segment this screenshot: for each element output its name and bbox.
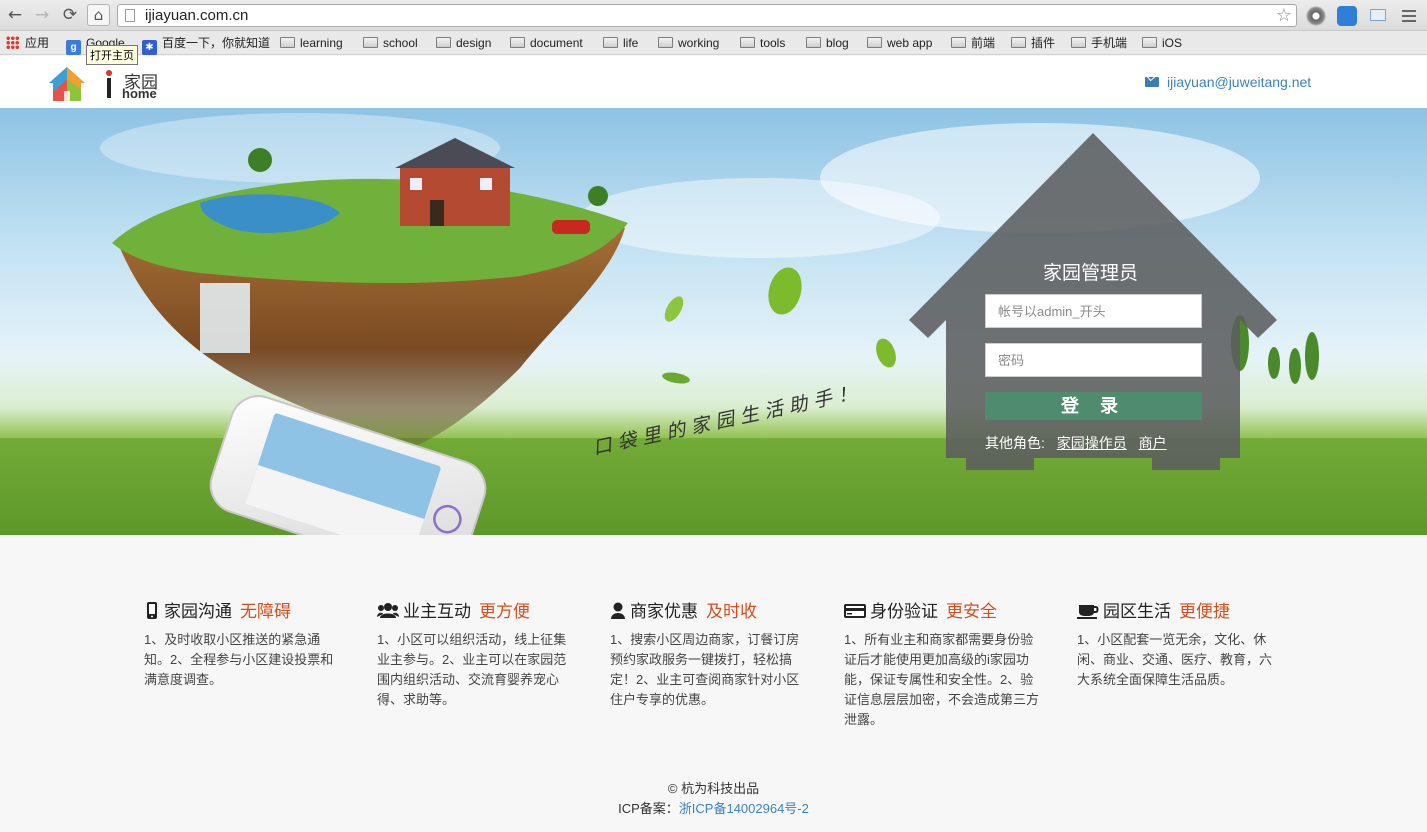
bookmark-apps[interactable]: 应用 [6,35,49,51]
bookmark-folder[interactable]: life [603,35,638,51]
feature-subtitle: 更安全 [946,602,997,621]
extension-gear-icon[interactable] [1306,6,1326,26]
bookmark-folder[interactable]: tools [740,35,785,51]
bookmark-folder[interactable]: learning [280,35,343,51]
bookmark-folder[interactable]: document [510,35,583,51]
hero-banner: 口袋里的家园生活助手！ 家园管理员 登 录 其他角色: 家园操作员 商户 [0,108,1427,535]
coffee-icon [1077,605,1099,619]
feature-card: 园区生活 更便捷 1、小区配套一览无余，文化、休闲、商业、交通、医疗、教育，六大系… [1077,597,1277,690]
users-icon [377,603,399,618]
feature-description: 1、小区可以组织活动，线上征集业主参与。2、业主可以在家园范围内组织活动、交流育… [377,632,567,707]
bookmark-folder[interactable]: working [658,35,719,51]
envelope-icon [1145,77,1159,87]
star-icon[interactable]: ☆ [1276,5,1292,26]
bookmark-folder[interactable]: blog [806,35,849,51]
password-input[interactable] [985,343,1202,377]
icp-label: ICP备案： [618,801,679,816]
bookmark-baidu[interactable]: ✱ 百度一下，你就知道 [142,35,270,55]
feature-subtitle: 更便捷 [1179,602,1230,621]
footer-icp: ICP备案：浙ICP备14002964号-2 [0,798,1427,817]
login-title: 家园管理员 [1043,263,1139,284]
reload-icon[interactable]: ⟳ [59,5,81,25]
folder-icon [951,37,966,48]
feature-card: 业主互动 更方便 1、小区可以组织活动，线上征集业主参与。2、业主可以在家园范围内… [377,597,577,710]
logo-i-mark [106,70,112,98]
folder-icon [806,37,821,48]
icp-number-link[interactable]: 浙ICP备14002964号-2 [679,801,809,816]
role-operator-link[interactable]: 家园操作员 [1057,435,1127,451]
bookmarks-bar: 应用 g Google ✱ 百度一下，你就知道 learning school de… [0,31,1427,55]
feature-subtitle: 更方便 [479,602,530,621]
feature-title: 业主互动 [403,602,471,621]
baidu-paw-icon: ✱ [142,40,157,55]
feature-card: 商家优惠 及时收 1、搜索小区周边商家，订餐订房预约家政服务一键拨打，轻松搞定！2… [610,597,810,710]
feature-title: 家园沟通 [164,602,232,621]
folder-icon [436,37,451,48]
bookmark-folder[interactable]: school [363,35,418,51]
extension-moon-icon[interactable] [1337,6,1357,26]
mobile-icon [147,602,157,619]
folder-icon [658,37,673,48]
feature-description: 1、及时收取小区推送的紧急通知。2、全程参与小区建设投票和满意度调查。 [144,632,334,687]
bookmark-folder[interactable]: 手机端 [1071,35,1127,51]
feature-card: 身份验证 更安全 1、所有业主和商家都需要身份验证后才能使用更加高级的i家园功能，… [844,597,1044,730]
feature-description: 1、小区配套一览无余，文化、休闲、商业、交通、医疗、教育，六大系统全面保障生活品… [1077,632,1273,687]
bookmark-folder[interactable]: design [436,35,491,51]
feature-title: 商家优惠 [630,602,698,621]
login-button[interactable]: 登 录 [985,392,1202,420]
extension-window-icon[interactable] [1370,9,1386,21]
folder-icon [280,37,295,48]
folder-icon [603,37,618,48]
user-icon [611,602,625,619]
bookmark-folder[interactable]: 插件 [1011,35,1055,51]
footer-copyright: © 杭为科技出品 [667,781,760,796]
folder-icon [867,37,882,48]
feature-subtitle: 无障碍 [240,602,291,621]
feature-title: 身份验证 [870,602,938,621]
google-icon: g [66,40,81,55]
username-input[interactable] [985,294,1202,328]
bookmark-folder[interactable]: 前端 [951,35,995,51]
folder-icon [1071,37,1086,48]
bookmark-folder[interactable]: iOS [1142,35,1182,51]
role-merchant-link[interactable]: 商户 [1139,435,1167,451]
page-icon [125,9,135,22]
other-roles: 其他角色: 家园操作员 商户 [985,433,1167,453]
other-roles-label: 其他角色: [985,435,1045,451]
logo-text-en: home [122,86,157,101]
feature-description: 1、所有业主和商家都需要身份验证后才能使用更加高级的i家园功能，保证专属性和安全… [844,632,1040,727]
house-logo-icon[interactable] [47,65,87,103]
feature-description: 1、搜索小区周边商家，订餐订房预约家政服务一键拨打，轻松搞定！2、业主可查阅商家… [610,632,800,707]
folder-icon [1011,37,1026,48]
folder-icon [1142,37,1157,48]
browser-toolbar: ← → ⟳ ⌂ ijiayuan.com.cn ☆ [0,0,1427,31]
apps-grid-icon [6,36,19,49]
home-icon[interactable]: ⌂ [87,4,110,26]
menu-icon[interactable] [1402,8,1416,22]
folder-icon [363,37,378,48]
back-arrow-icon[interactable]: ← [4,5,26,25]
hero-illustration [0,113,1427,535]
folder-icon [510,37,525,48]
features-section: 家园沟通 无障碍 1、及时收取小区推送的紧急通知。2、全程参与小区建设投票和满意度… [0,535,1427,832]
site-header: 家园 home ijiayuan@juweitang.net [0,56,1427,108]
folder-icon [740,37,755,48]
credit-card-icon [844,604,866,618]
feature-card: 家园沟通 无障碍 1、及时收取小区推送的紧急通知。2、全程参与小区建设投票和满意度… [144,597,344,690]
url-text[interactable]: ijiayuan.com.cn [145,7,248,24]
address-bar[interactable]: ijiayuan.com.cn ☆ [117,4,1297,27]
forward-arrow-icon[interactable]: → [31,5,53,25]
feature-title: 园区生活 [1103,602,1171,621]
contact-email-link[interactable]: ijiayuan@juweitang.net [1167,74,1311,90]
home-tooltip: 打开主页 [86,45,138,65]
bookmark-folder[interactable]: web app [867,35,932,51]
feature-subtitle: 及时收 [706,602,757,621]
